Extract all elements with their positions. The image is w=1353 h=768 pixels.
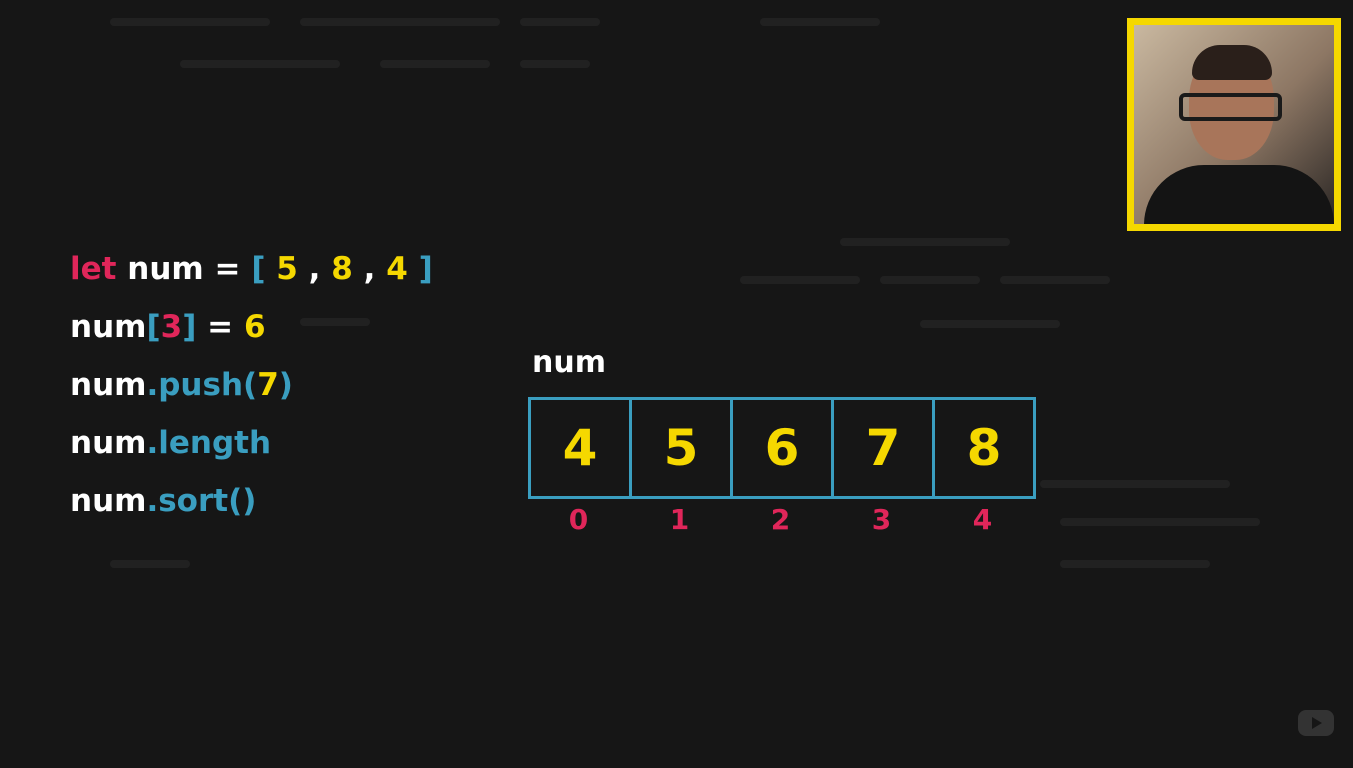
youtube-logo-icon[interactable] bbox=[1298, 710, 1334, 736]
comma: , bbox=[308, 251, 321, 287]
operator: = bbox=[214, 251, 241, 287]
identifier: num bbox=[70, 425, 147, 461]
value: 4 bbox=[386, 251, 408, 287]
identifier: num bbox=[70, 483, 147, 519]
array-index: 3 bbox=[871, 503, 892, 536]
array-label: num bbox=[532, 345, 606, 380]
code-snippet: let num = [ 5 , 8 , 4 ] num[3] = 6 num.p… bbox=[70, 240, 433, 530]
identifier: num bbox=[70, 367, 147, 403]
array-index: 4 bbox=[972, 503, 993, 536]
identifier: num bbox=[127, 251, 204, 287]
array-diagram: 4 5 6 7 8 bbox=[528, 397, 1036, 499]
array-cell: 5 bbox=[632, 400, 733, 496]
code-line-declaration: let num = [ 5 , 8 , 4 ] bbox=[70, 240, 433, 298]
presenter-glasses bbox=[1179, 93, 1282, 121]
value: 6 bbox=[243, 309, 266, 345]
presenter-webcam bbox=[1127, 18, 1341, 231]
array-index: 1 bbox=[669, 503, 690, 536]
array-cell: 6 bbox=[733, 400, 834, 496]
array-cell: 8 bbox=[966, 419, 1002, 477]
value: 8 bbox=[331, 251, 353, 287]
comma: , bbox=[363, 251, 376, 287]
code-line-assign: num[3] = 6 bbox=[70, 298, 433, 356]
code-line-push: num.push(7) bbox=[70, 356, 433, 414]
value: 7 bbox=[257, 367, 279, 403]
array-cell: 4 bbox=[531, 400, 632, 496]
array-indices: 0 1 2 3 4 bbox=[528, 503, 1033, 536]
presenter-body bbox=[1144, 165, 1334, 224]
bracket: ] bbox=[418, 251, 433, 287]
array-index: 2 bbox=[770, 503, 791, 536]
property: .length bbox=[146, 425, 272, 461]
keyword: let bbox=[70, 251, 117, 287]
bracket: ] bbox=[182, 309, 197, 345]
array-index: 0 bbox=[568, 503, 589, 536]
bracket: [ bbox=[251, 251, 266, 287]
identifier: num bbox=[70, 309, 147, 345]
array-cell: 7 bbox=[834, 400, 935, 496]
code-line-sort: num.sort() bbox=[70, 472, 433, 530]
value: 5 bbox=[276, 251, 298, 287]
method: .push( bbox=[146, 367, 258, 403]
presenter-hair bbox=[1192, 45, 1272, 80]
method: .sort() bbox=[146, 483, 257, 519]
index: 3 bbox=[160, 309, 183, 345]
operator: = bbox=[207, 309, 234, 345]
bracket: [ bbox=[146, 309, 161, 345]
paren: ) bbox=[278, 367, 293, 403]
code-line-length: num.length bbox=[70, 414, 433, 472]
